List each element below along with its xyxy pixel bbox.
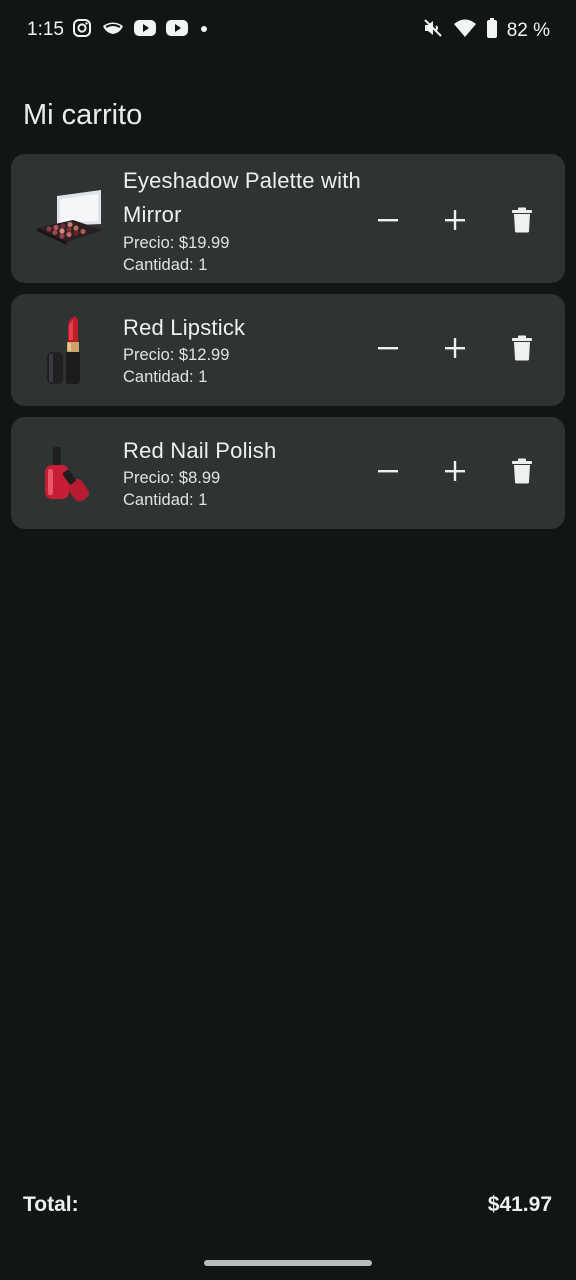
plus-icon — [444, 337, 465, 358]
item-price: Precio: $19.99 — [123, 234, 230, 252]
dot-icon — [198, 22, 210, 40]
youtube-icon — [166, 19, 188, 42]
cart-item: Red Nail Polish Precio: $8.99 Cantidad: … — [11, 417, 565, 529]
minus-icon — [377, 218, 398, 221]
item-info: Red Lipstick Precio: $12.99 Cantidad: 1 — [123, 312, 363, 388]
decrease-quantity-button[interactable] — [372, 204, 403, 235]
minus-icon — [377, 469, 398, 472]
cart-list: Eyeshadow Palette with Mirror Precio: $1… — [11, 154, 565, 540]
item-quantity: Cantidad: 1 — [123, 368, 208, 386]
mute-icon — [422, 17, 444, 44]
minus-icon — [377, 346, 398, 349]
battery-percentage: 82 % — [506, 19, 550, 41]
instagram-icon — [72, 18, 92, 43]
item-actions — [372, 204, 537, 235]
mask-icon — [102, 18, 124, 43]
item-actions — [372, 332, 537, 363]
trash-icon — [511, 458, 532, 483]
increase-quantity-button[interactable] — [439, 332, 470, 363]
plus-icon — [444, 460, 465, 481]
item-quantity: Cantidad: 1 — [123, 491, 208, 509]
total-label: Total: — [23, 1193, 79, 1216]
decrease-quantity-button[interactable] — [372, 455, 403, 486]
item-info: Red Nail Polish Precio: $8.99 Cantidad: … — [123, 435, 363, 511]
item-name: Red Lipstick — [123, 315, 246, 340]
item-price: Precio: $8.99 — [123, 469, 221, 487]
system-icons: 82 % — [422, 17, 550, 44]
eyeshadow-palette-image — [33, 184, 105, 256]
red-lipstick-image — [33, 314, 105, 386]
delete-item-button[interactable] — [506, 332, 537, 363]
wifi-icon — [453, 18, 477, 43]
red-nail-polish-image — [33, 437, 105, 509]
trash-icon — [511, 335, 532, 360]
cart-item: Eyeshadow Palette with Mirror Precio: $1… — [11, 154, 565, 283]
item-price: Precio: $12.99 — [123, 346, 230, 364]
status-time: 1:15 — [27, 19, 64, 40]
cart-item: Red Lipstick Precio: $12.99 Cantidad: 1 — [11, 294, 565, 406]
battery-icon — [486, 18, 498, 43]
delete-item-button[interactable] — [506, 204, 537, 235]
trash-icon — [511, 207, 532, 232]
home-indicator[interactable] — [204, 1260, 372, 1266]
total-value: $41.97 — [487, 1193, 552, 1216]
item-info: Eyeshadow Palette with Mirror Precio: $1… — [123, 164, 363, 276]
decrease-quantity-button[interactable] — [372, 332, 403, 363]
status-bar: 1:15 82 % — [0, 0, 576, 62]
item-name: Red Nail Polish — [123, 438, 277, 463]
item-actions — [372, 455, 537, 486]
increase-quantity-button[interactable] — [439, 204, 470, 235]
page-title: Mi carrito — [23, 99, 143, 132]
notification-icons — [72, 18, 210, 43]
item-quantity: Cantidad: 1 — [123, 256, 208, 274]
youtube-icon — [134, 19, 156, 42]
delete-item-button[interactable] — [506, 455, 537, 486]
increase-quantity-button[interactable] — [439, 455, 470, 486]
plus-icon — [444, 209, 465, 230]
item-name: Eyeshadow Palette with Mirror — [123, 168, 361, 227]
